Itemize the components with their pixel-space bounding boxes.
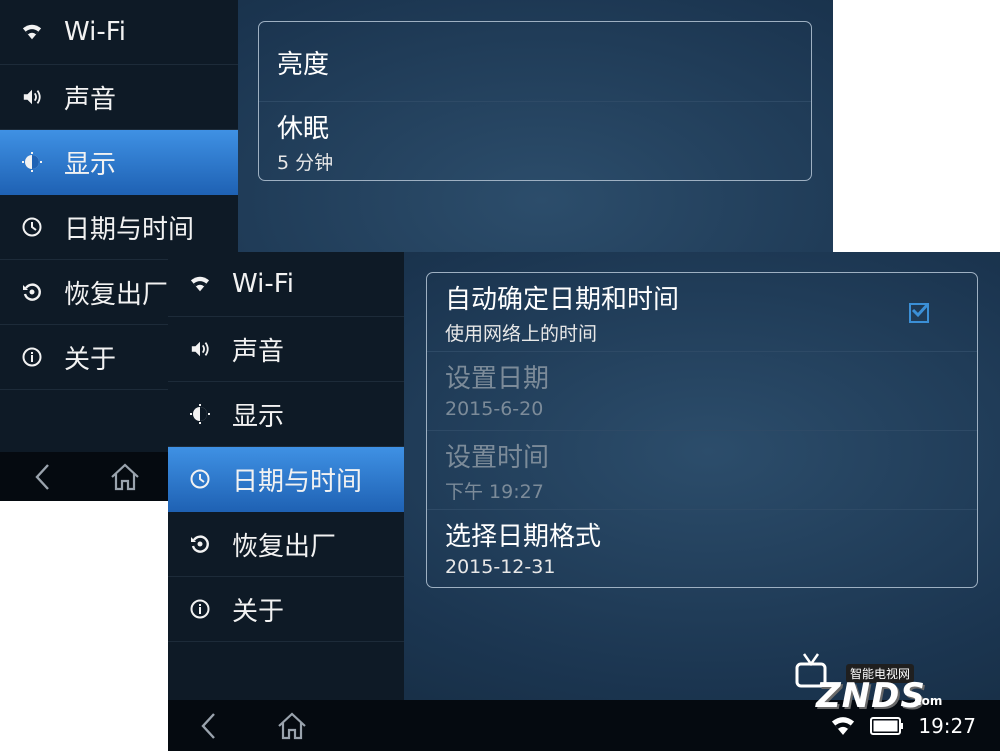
display-options-panel: 亮度 休眠 5 分钟 xyxy=(258,21,812,181)
restore-icon xyxy=(22,282,42,302)
info-icon xyxy=(190,599,210,619)
brightness-row[interactable]: 亮度 xyxy=(259,22,811,102)
home-icon[interactable] xyxy=(103,452,147,501)
sidebar-item-factory-reset[interactable]: 恢复出厂 xyxy=(168,512,404,577)
date-format-row[interactable]: 选择日期格式 2015-12-31 xyxy=(427,510,977,587)
sidebar-item-label: 声音 xyxy=(64,84,117,115)
date-format-value: 2015-12-31 xyxy=(445,556,556,578)
sidebar-item-label: 恢复出厂 xyxy=(232,531,337,562)
display-icon xyxy=(190,404,210,424)
sidebar-item-label: 恢复出厂 xyxy=(64,279,169,310)
display-icon xyxy=(22,152,42,172)
settings-sidebar: Wi-Fi 声音 显示 日期与时间 恢复出厂 关于 xyxy=(168,252,404,700)
brightness-title: 亮度 xyxy=(277,50,330,80)
sidebar-item-wifi[interactable]: Wi-Fi xyxy=(0,0,238,65)
info-icon xyxy=(22,347,42,367)
sidebar-item-label: 显示 xyxy=(232,401,285,432)
set-date-title: 设置日期 xyxy=(445,364,550,394)
watermark-domain: .com xyxy=(910,694,943,708)
sleep-row[interactable]: 休眠 5 分钟 xyxy=(259,102,811,180)
date-time-options-panel: 自动确定日期和时间 使用网络上的时间 设置日期 2015-6-20 设置时间 下… xyxy=(426,272,978,588)
clock-icon xyxy=(190,469,210,489)
set-time-row[interactable]: 设置时间 下午 19:27 xyxy=(427,431,977,510)
sidebar-item-label: 显示 xyxy=(64,149,117,180)
sidebar-item-label: 关于 xyxy=(64,344,117,375)
sidebar-item-label: 日期与时间 xyxy=(64,214,195,245)
sidebar-item-wifi[interactable]: Wi-Fi xyxy=(168,252,404,317)
speaker-icon xyxy=(22,87,42,107)
wifi-icon xyxy=(22,22,42,42)
set-time-title: 设置时间 xyxy=(445,443,550,473)
auto-date-time-row[interactable]: 自动确定日期和时间 使用网络上的时间 xyxy=(427,273,977,352)
clock-icon xyxy=(22,217,42,237)
sidebar-item-sound[interactable]: 声音 xyxy=(168,317,404,382)
sidebar-item-sound[interactable]: 声音 xyxy=(0,65,238,130)
sidebar-item-about[interactable]: 关于 xyxy=(168,577,404,642)
wifi-icon xyxy=(190,274,210,294)
auto-date-time-checkbox[interactable] xyxy=(909,302,930,323)
set-date-row[interactable]: 设置日期 2015-6-20 xyxy=(427,352,977,431)
znds-watermark-logo: 智能电视网 ZNDS .com xyxy=(788,650,948,720)
home-icon[interactable] xyxy=(270,700,314,751)
sidebar-item-label: 日期与时间 xyxy=(232,466,363,497)
sidebar-item-date-time[interactable]: 日期与时间 xyxy=(0,195,238,260)
back-icon[interactable] xyxy=(186,700,230,751)
date-format-title: 选择日期格式 xyxy=(445,522,602,552)
back-icon[interactable] xyxy=(20,452,64,501)
sidebar-item-label: 关于 xyxy=(232,596,285,627)
restore-icon xyxy=(190,534,210,554)
sleep-value: 5 分钟 xyxy=(277,152,334,174)
sidebar-item-date-time[interactable]: 日期与时间 xyxy=(168,447,404,512)
sidebar-item-label: 声音 xyxy=(232,336,285,367)
sidebar-item-display[interactable]: 显示 xyxy=(0,130,238,195)
sidebar-item-label: Wi-Fi xyxy=(232,269,295,299)
speaker-icon xyxy=(190,339,210,359)
auto-date-time-subtitle: 使用网络上的时间 xyxy=(445,323,598,345)
set-date-value: 2015-6-20 xyxy=(445,398,544,420)
sidebar-item-display[interactable]: 显示 xyxy=(168,382,404,447)
check-icon xyxy=(911,302,930,318)
set-time-value: 下午 19:27 xyxy=(445,481,544,503)
sleep-title: 休眠 xyxy=(277,114,330,144)
auto-date-time-title: 自动确定日期和时间 xyxy=(445,285,680,315)
sidebar-item-label: Wi-Fi xyxy=(64,17,127,47)
